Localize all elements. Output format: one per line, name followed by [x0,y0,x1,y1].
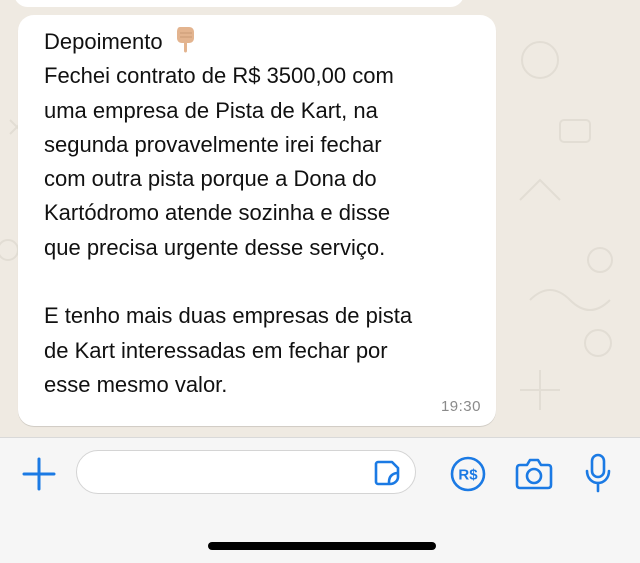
camera-icon[interactable] [514,456,554,492]
message-input[interactable] [76,450,416,494]
payment-label: R$ [458,467,478,484]
sticker-icon[interactable] [373,459,401,487]
plus-icon[interactable] [22,457,56,491]
message-title: Depoimento [44,29,163,54]
home-indicator[interactable] [208,542,436,550]
microphone-icon[interactable] [585,453,611,493]
message-body: Fechei contrato de R$ 3500,00 com uma em… [44,63,413,397]
previous-message-bubble [14,0,464,7]
message-timestamp: 19:30 [440,398,481,415]
payment-reais-icon[interactable]: R$ [449,455,487,493]
pointing-down-emoji-icon [176,27,194,53]
message-bubble[interactable]: Depoimento Fechei contrato de R$ 3500,00… [18,15,496,426]
